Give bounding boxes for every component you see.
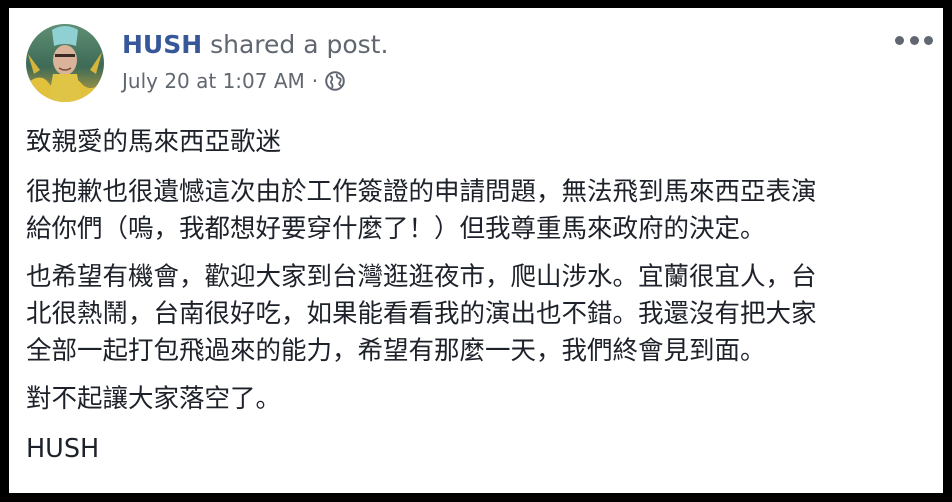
post-card: HUSH shared a post. July 20 at 1:07 AM ·… [9, 8, 943, 493]
paragraph-line: 也希望有機會，歡迎大家到台灣逛逛夜市，爬山涉水。宜蘭很宜人，台 [26, 262, 817, 292]
post-meta: July 20 at 1:07 AM · [122, 68, 346, 94]
paragraph-line: 全部一起打包飛過來的能力，希望有那麼一天，我們終會見到面。 [26, 336, 766, 366]
avatar-image [26, 24, 104, 102]
author-name-link[interactable]: HUSH [122, 30, 202, 59]
paragraph-line: 北很熱鬧，台南很好吃，如果能看看我的演出也不錯。我還沒有把大家 [26, 299, 817, 329]
post-action-text: shared a post. [202, 30, 389, 59]
more-dot [895, 35, 904, 45]
paragraph-line: 很抱歉也很遺憾這次由於工作簽證的申請問題，無法飛到馬來西亞表演 [26, 177, 817, 207]
post-body: 致親愛的馬來西亞歌迷 很抱歉也很遺憾這次由於工作簽證的申請問題，無法飛到馬來西亞… [26, 124, 931, 481]
post-header: HUSH shared a post. [122, 28, 388, 62]
more-options-icon[interactable] [895, 30, 933, 50]
paragraph-visa: 很抱歉也很遺憾這次由於工作簽證的申請問題，無法飛到馬來西亞表演 給你們（嗚，我都… [26, 174, 931, 248]
meta-separator: · [311, 69, 319, 93]
signature: HUSH [26, 434, 100, 464]
avatar[interactable] [26, 24, 104, 102]
more-dot [909, 35, 919, 45]
more-dot [924, 35, 933, 45]
apology-paragraph: 對不起讓大家落空了。 [26, 384, 282, 414]
globe-icon[interactable] [324, 70, 346, 92]
paragraph-line: 給你們（嗚，我都想好要穿什麼了！）但我尊重馬來政府的決定。 [26, 214, 766, 244]
post-timestamp-link[interactable]: July 20 at 1:07 AM [122, 68, 305, 94]
paragraph-invitation: 也希望有機會，歡迎大家到台灣逛逛夜市，爬山涉水。宜蘭很宜人，台 北很熱鬧，台南很… [26, 259, 931, 370]
greeting-paragraph: 致親愛的馬來西亞歌迷 [26, 127, 282, 157]
